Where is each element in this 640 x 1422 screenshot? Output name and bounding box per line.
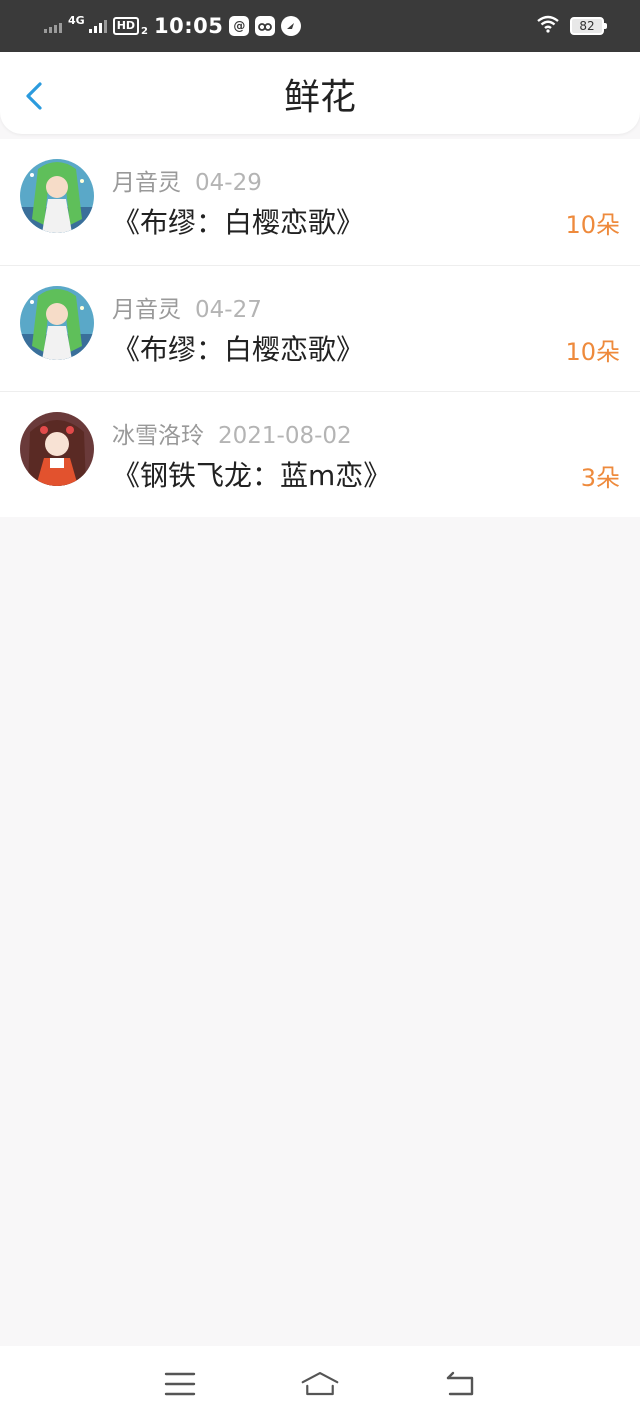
flower-count: 3朵	[580, 464, 620, 492]
book-title: 《布缪：白樱恋歌》	[112, 333, 365, 366]
network-type: 4G	[68, 13, 85, 27]
user-name: 冰雪洛玲	[112, 423, 204, 449]
gift-date: 04-27	[195, 297, 262, 323]
game-app-icon	[255, 16, 276, 36]
avatar[interactable]	[20, 286, 94, 360]
gift-list: 月音灵 04-29 《布缪：白樱恋歌》 10朵 月音灵 04-27 《布缪：白樱恋歌…	[0, 139, 640, 517]
list-item[interactable]: 月音灵 04-27 《布缪：白樱恋歌》 10朵	[0, 265, 640, 391]
nav-bar: 鲜花	[0, 52, 640, 134]
book-title: 《钢铁飞龙：蓝m恋》	[112, 459, 392, 492]
home-icon	[301, 1372, 339, 1396]
menu-icon	[164, 1372, 196, 1396]
clock: 10:05	[154, 14, 224, 38]
status-bar: 4G HD 2 10:05 @ 82	[0, 0, 640, 52]
gift-meta: 月音灵 04-27	[112, 290, 262, 324]
gift-date: 04-29	[195, 170, 262, 196]
gift-meta: 月音灵 04-29	[112, 163, 262, 197]
avatar[interactable]	[20, 412, 94, 486]
list-item[interactable]: 冰雪洛玲 2021-08-02 《钢铁飞龙：蓝m恋》 3朵	[0, 391, 640, 517]
back-nav-button[interactable]	[440, 1364, 480, 1404]
page-title: 鲜花	[283, 77, 356, 118]
list-item[interactable]: 月音灵 04-29 《布缪：白樱恋歌》 10朵	[0, 139, 640, 265]
signal-sim1-icon	[44, 19, 62, 33]
qq-icon: @	[229, 16, 250, 36]
user-name: 月音灵	[112, 170, 181, 196]
menu-button[interactable]	[160, 1364, 200, 1404]
hd-sub: 2	[141, 25, 148, 37]
system-nav-bar	[0, 1346, 640, 1422]
hd-badge: HD	[112, 17, 140, 35]
gift-date: 2021-08-02	[218, 423, 352, 449]
flower-count: 10朵	[565, 338, 620, 366]
wifi-icon	[536, 15, 560, 37]
signal-sim2-icon	[88, 19, 107, 33]
home-button[interactable]	[300, 1364, 340, 1404]
return-icon	[446, 1371, 474, 1396]
avatar[interactable]	[20, 159, 94, 233]
speed-icon	[281, 16, 302, 36]
gift-meta: 冰雪洛玲 2021-08-02	[112, 416, 352, 450]
user-name: 月音灵	[112, 297, 181, 323]
flower-count: 10朵	[565, 211, 620, 239]
battery-indicator: 82	[570, 17, 607, 35]
book-title: 《布缪：白樱恋歌》	[112, 206, 365, 239]
